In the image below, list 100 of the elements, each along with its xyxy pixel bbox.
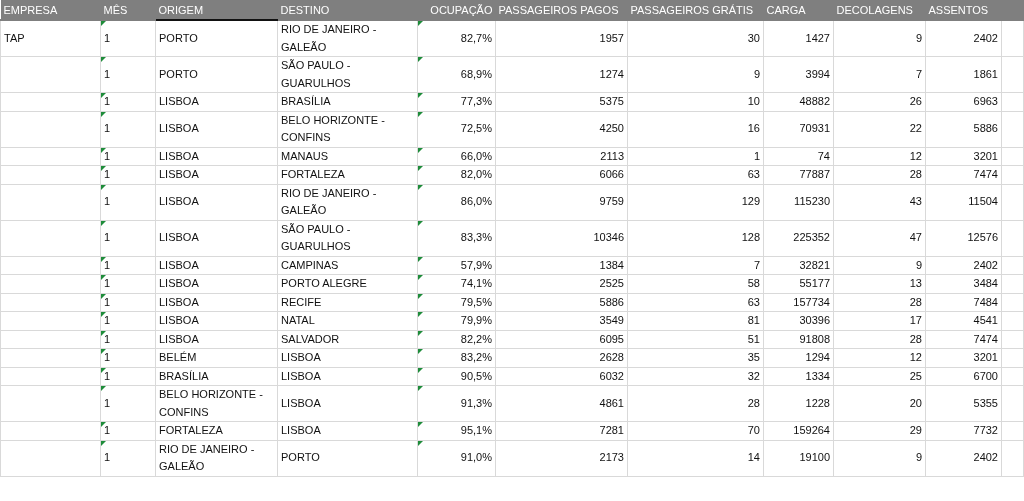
table-cell-text: LISBOA — [281, 423, 321, 438]
table-cell-text: 3484 — [973, 276, 998, 291]
table-cell-text: 90,5% — [460, 368, 492, 384]
table-cell-text: 26 — [909, 94, 922, 109]
table-cell-text: LISBOA — [159, 167, 199, 182]
table-cell-text: 1427 — [805, 30, 830, 46]
table-cell-text: 1 — [104, 331, 111, 347]
error-indicator-icon — [418, 367, 423, 373]
error-indicator-icon — [101, 166, 106, 171]
table-cell-text: LISBOA — [281, 395, 321, 411]
table-cell-text: 3994 — [805, 66, 830, 82]
column-header: EMPRESA — [0, 0, 101, 20]
table-cell-text: PORTO — [159, 66, 198, 82]
table-cell-text: 1957 — [599, 30, 624, 46]
table-cell-text: 16 — [747, 121, 760, 137]
error-indicator-icon — [101, 422, 106, 427]
error-indicator-icon — [418, 111, 423, 117]
table-cell-text: 6095 — [599, 331, 624, 347]
table-cell-text: 9 — [915, 257, 922, 273]
table-cell-text: 66,0% — [460, 148, 492, 164]
table-cell-text: 1 — [104, 450, 111, 466]
table-cell-text: 79,5% — [460, 294, 492, 310]
table-cell-text: 1 — [104, 66, 111, 82]
table-cell-text: 1 — [104, 167, 111, 182]
table-cell-text: NATAL — [281, 313, 315, 328]
column-header: ASSENTOS — [925, 0, 1002, 20]
table-cell-text: LISBOA — [159, 121, 199, 137]
table-cell-text: 1 — [104, 350, 111, 365]
error-indicator-icon — [418, 275, 423, 280]
error-indicator-icon — [101, 184, 106, 190]
table-cell-text: TAP — [4, 30, 25, 46]
table-cell-text: 83,3% — [460, 230, 492, 246]
table-cell-text: 7 — [915, 66, 922, 82]
table-cell-text: 5886 — [973, 121, 998, 137]
table-cell-text: CAMPINAS — [281, 257, 339, 273]
error-indicator-icon — [101, 256, 106, 262]
table-cell-text: RECIFE — [281, 294, 322, 310]
table-cell-text: LISBOA — [159, 94, 199, 109]
table-cell-text: 9 — [915, 30, 922, 46]
table-cell-text: 70931 — [799, 121, 830, 137]
table-cell-text: 6066 — [599, 167, 624, 182]
table-cell-text: 7732 — [973, 423, 998, 438]
table-cell-text: 6032 — [599, 368, 624, 384]
error-indicator-icon — [418, 293, 423, 299]
table-cell-text: 12 — [909, 148, 922, 164]
table-cell-text: 1 — [104, 276, 111, 291]
table-cell-text: 1274 — [599, 66, 624, 82]
table-cell-text: 20 — [909, 395, 922, 411]
table-cell-text: 28 — [909, 167, 922, 182]
table-cell-text: 35 — [747, 350, 760, 365]
table-cell-text: 47 — [909, 230, 922, 246]
table-cell-text: 91808 — [799, 331, 830, 347]
table-cell-text: 1 — [104, 368, 111, 384]
table-cell-text: BRASÍLIA — [159, 368, 209, 384]
column-header: PASSAGEIROS PAGOS — [495, 0, 628, 20]
table-cell-text: 157734 — [793, 294, 830, 310]
table-cell-text: 4250 — [599, 121, 624, 137]
table-cell-text: 55177 — [799, 276, 830, 291]
table-cell-text: 43 — [909, 194, 922, 210]
table-cell-text: BELÉM — [159, 350, 197, 365]
table-cell-text: LISBOA — [281, 350, 321, 365]
table-cell-text: 25 — [909, 368, 922, 384]
table-cell-text: 3201 — [973, 350, 998, 365]
table-cell-text: 7484 — [973, 294, 998, 310]
table-cell-text: 77887 — [799, 167, 830, 182]
table-cell-text: 1 — [753, 148, 760, 164]
table-cell-text: 6700 — [973, 368, 998, 384]
table-cell-text: 91,3% — [460, 395, 492, 411]
table-cell-text: 19100 — [799, 450, 830, 466]
error-indicator-icon — [418, 440, 423, 446]
table-cell-text: 1 — [104, 121, 111, 137]
table-cell-text: 1 — [104, 313, 111, 328]
table-cell-text: 1 — [104, 194, 111, 210]
table-cell-text: 1294 — [805, 350, 830, 365]
table-cell-text: 91,0% — [460, 450, 492, 466]
table-cell-text: LISBOA — [159, 276, 199, 291]
table-cell-text: SALVADOR — [281, 331, 340, 347]
error-indicator-icon — [101, 57, 106, 62]
table-cell-text: PORTO — [159, 30, 198, 46]
table-cell-text: 9 — [753, 66, 760, 82]
table-cell-text: 1 — [104, 230, 111, 246]
table-cell-text: 6963 — [973, 94, 998, 109]
error-indicator-icon — [101, 147, 106, 153]
table-cell-text: 10346 — [593, 230, 624, 246]
table-cell-text: SÃO PAULO - GUARULHOS — [281, 58, 352, 91]
table-cell-text: FORTALEZA — [281, 167, 345, 182]
table-cell-text: 2628 — [599, 350, 624, 365]
table-cell-text: 2113 — [600, 148, 624, 164]
table-cell-text: LISBOA — [159, 230, 199, 246]
table-cell-text: LISBOA — [159, 313, 199, 328]
table-cell-text: 225352 — [793, 230, 830, 246]
table-cell-text: 58 — [747, 276, 760, 291]
table-cell-text: 1 — [104, 257, 111, 273]
table-cell-text: 82,7% — [460, 30, 492, 46]
error-indicator-icon — [418, 386, 423, 391]
error-indicator-icon — [101, 312, 106, 317]
table-cell-text: 30 — [747, 30, 760, 46]
error-indicator-icon — [101, 386, 106, 391]
table-cell-text: LISBOA — [159, 257, 199, 273]
error-indicator-icon — [101, 349, 106, 354]
